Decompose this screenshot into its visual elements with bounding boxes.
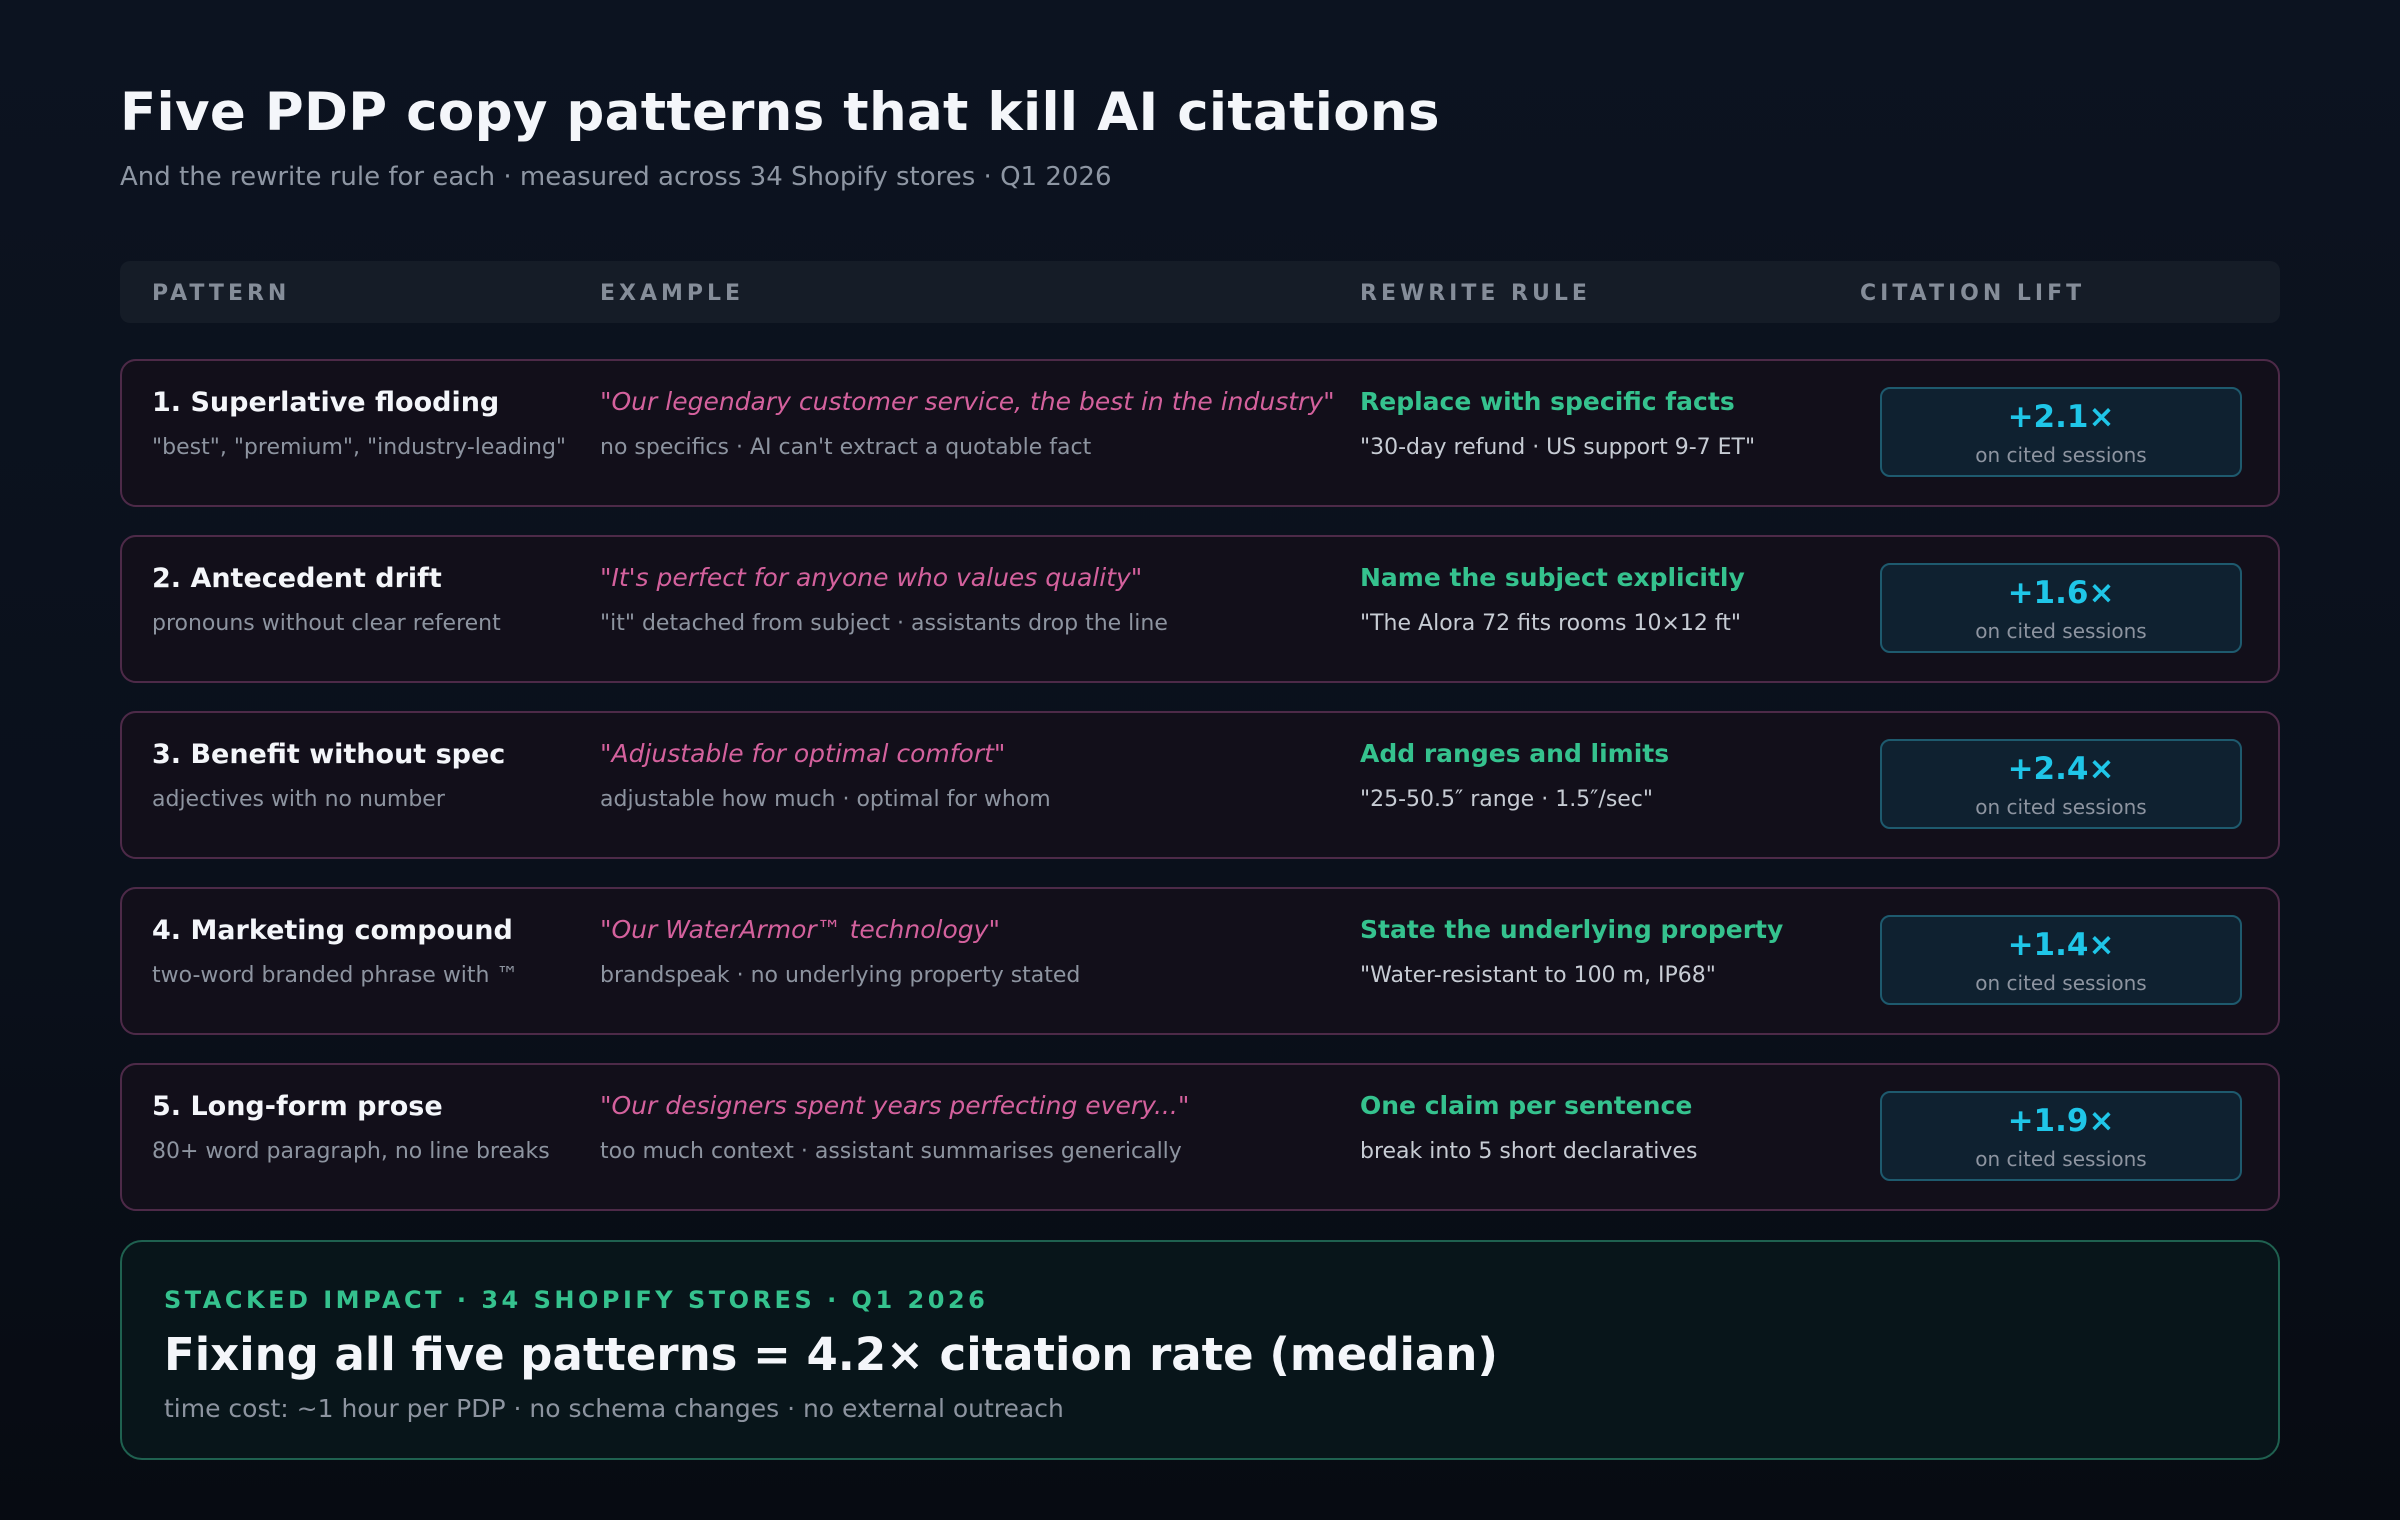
page-subtitle: And the rewrite rule for each · measured… xyxy=(120,162,1112,192)
example-note: "it" detached from subject · assistants … xyxy=(600,611,1168,636)
rewrite-rule: One claim per sentence xyxy=(1360,1091,1693,1120)
column-header-lift: CITATION LIFT xyxy=(1860,281,2086,306)
pattern-description: "best", "premium", "industry-leading" xyxy=(152,435,567,460)
page-title: Five PDP copy patterns that kill AI cita… xyxy=(120,82,1440,143)
rewrite-example: "The Alora 72 fits rooms 10×12 ft" xyxy=(1360,611,1741,636)
citation-lift-value: +1.9× xyxy=(2007,1103,2115,1139)
rewrite-example: break into 5 short declaratives xyxy=(1360,1139,1698,1164)
citation-lift-value: +2.4× xyxy=(2007,751,2115,787)
rewrite-rule: Add ranges and limits xyxy=(1360,739,1670,768)
pattern-row: 4. Marketing compound two-word branded p… xyxy=(120,887,2280,1035)
column-header-pattern: PATTERN xyxy=(152,281,291,306)
pattern-row: 2. Antecedent drift pronouns without cle… xyxy=(120,535,2280,683)
example-quote: "Our designers spent years perfecting ev… xyxy=(600,1091,1190,1120)
citation-lift-badge: +1.9× on cited sessions xyxy=(1880,1091,2242,1181)
citation-lift-value: +2.1× xyxy=(2007,399,2115,435)
column-header-rewrite: REWRITE RULE xyxy=(1360,281,1591,306)
rewrite-rule: State the underlying property xyxy=(1360,915,1784,944)
pattern-description: pronouns without clear referent xyxy=(152,611,501,636)
rewrite-example: "Water-resistant to 100 m, IP68" xyxy=(1360,963,1716,988)
citation-lift-value: +1.6× xyxy=(2007,575,2115,611)
citation-lift-label: on cited sessions xyxy=(1975,443,2147,467)
column-header-example: EXAMPLE xyxy=(600,281,745,306)
pattern-title: 2. Antecedent drift xyxy=(152,563,442,594)
pattern-title: 1. Superlative flooding xyxy=(152,387,500,418)
pattern-row: 5. Long-form prose 80+ word paragraph, n… xyxy=(120,1063,2280,1211)
impact-note: time cost: ~1 hour per PDP · no schema c… xyxy=(164,1394,1064,1423)
example-note: adjustable how much · optimal for whom xyxy=(600,787,1051,812)
pattern-title: 4. Marketing compound xyxy=(152,915,513,946)
citation-lift-label: on cited sessions xyxy=(1975,619,2147,643)
citation-lift-badge: +2.1× on cited sessions xyxy=(1880,387,2242,477)
example-quote: "It's perfect for anyone who values qual… xyxy=(600,563,1143,592)
example-quote: "Our legendary customer service, the bes… xyxy=(600,387,1335,416)
rewrite-rule: Replace with specific facts xyxy=(1360,387,1735,416)
citation-lift-label: on cited sessions xyxy=(1975,971,2147,995)
pattern-title: 5. Long-form prose xyxy=(152,1091,443,1122)
citation-lift-label: on cited sessions xyxy=(1975,795,2147,819)
example-quote: "Our WaterArmor™ technology" xyxy=(600,915,1000,944)
rewrite-example: "25-50.5″ range · 1.5″/sec" xyxy=(1360,787,1654,812)
rewrite-example: "30-day refund · US support 9-7 ET" xyxy=(1360,435,1756,460)
example-note: too much context · assistant summarises … xyxy=(600,1139,1182,1164)
impact-kicker: STACKED IMPACT · 34 SHOPIFY STORES · Q1 … xyxy=(164,1286,989,1314)
citation-lift-value: +1.4× xyxy=(2007,927,2115,963)
citation-lift-label: on cited sessions xyxy=(1975,1147,2147,1171)
example-note: brandspeak · no underlying property stat… xyxy=(600,963,1081,988)
table-header: PATTERN EXAMPLE REWRITE RULE CITATION LI… xyxy=(120,261,2280,323)
impact-headline: Fixing all five patterns = 4.2× citation… xyxy=(164,1328,1498,1381)
rewrite-rule: Name the subject explicitly xyxy=(1360,563,1745,592)
pattern-description: 80+ word paragraph, no line breaks xyxy=(152,1139,550,1164)
pattern-row: 1. Superlative flooding "best", "premium… xyxy=(120,359,2280,507)
stacked-impact-panel: STACKED IMPACT · 34 SHOPIFY STORES · Q1 … xyxy=(120,1240,2280,1460)
pattern-title: 3. Benefit without spec xyxy=(152,739,506,770)
example-note: no specifics · AI can't extract a quotab… xyxy=(600,435,1092,460)
citation-lift-badge: +1.4× on cited sessions xyxy=(1880,915,2242,1005)
citation-lift-badge: +2.4× on cited sessions xyxy=(1880,739,2242,829)
pattern-description: two-word branded phrase with ™ xyxy=(152,963,519,988)
pattern-description: adjectives with no number xyxy=(152,787,445,812)
citation-lift-badge: +1.6× on cited sessions xyxy=(1880,563,2242,653)
example-quote: "Adjustable for optimal comfort" xyxy=(600,739,1006,768)
pattern-row: 3. Benefit without spec adjectives with … xyxy=(120,711,2280,859)
